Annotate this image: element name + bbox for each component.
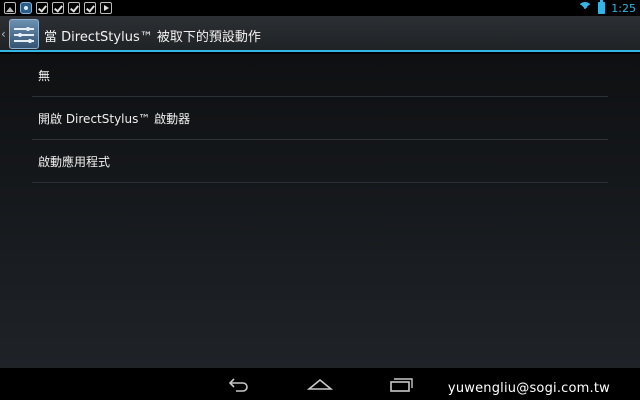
settings-content: 無 開啟 DirectStylus™ 啟動器 啟動應用程式 — [0, 54, 640, 368]
chevron-left-icon: ‹ — [1, 27, 6, 41]
back-icon — [228, 378, 248, 392]
settings-sliders-icon — [9, 19, 39, 49]
recent-apps-icon — [390, 378, 413, 392]
home-button[interactable] — [306, 374, 334, 394]
app-icon — [20, 2, 32, 14]
list-item-label: 啟動應用程式 — [38, 154, 111, 169]
list-item-none[interactable]: 無 — [32, 54, 608, 97]
check-icon — [52, 2, 64, 14]
status-clock: 1:25 — [611, 1, 636, 15]
list-item-label: 開啟 DirectStylus™ 啟動器 — [38, 111, 191, 126]
check-icon — [36, 2, 48, 14]
list-item-label: 無 — [38, 68, 51, 83]
battery-icon — [598, 0, 606, 14]
play-icon — [100, 2, 112, 14]
action-bar: ‹ 當 DirectStylus™ 被取下的預設動作 — [0, 16, 640, 52]
home-icon — [306, 378, 334, 390]
check-icon — [68, 2, 80, 14]
recent-apps-button[interactable] — [388, 374, 414, 394]
page-title: 當 DirectStylus™ 被取下的預設動作 — [44, 30, 261, 45]
back-button[interactable] — [226, 374, 252, 394]
notification-icons — [4, 2, 112, 14]
list-item-launch-app[interactable]: 啟動應用程式 — [32, 140, 608, 183]
watermark-text: yuwengliu@sogi.com.tw — [447, 381, 610, 396]
list-item-open-launcher[interactable]: 開啟 DirectStylus™ 啟動器 — [32, 97, 608, 140]
picture-icon — [4, 2, 16, 14]
check-icon — [84, 2, 96, 14]
status-bar: 1:25 — [0, 0, 640, 16]
option-list: 無 開啟 DirectStylus™ 啟動器 啟動應用程式 — [32, 54, 608, 183]
up-navigation-button[interactable]: ‹ — [0, 16, 42, 52]
wifi-icon — [578, 2, 593, 16]
status-indicators: 1:25 — [578, 0, 636, 16]
